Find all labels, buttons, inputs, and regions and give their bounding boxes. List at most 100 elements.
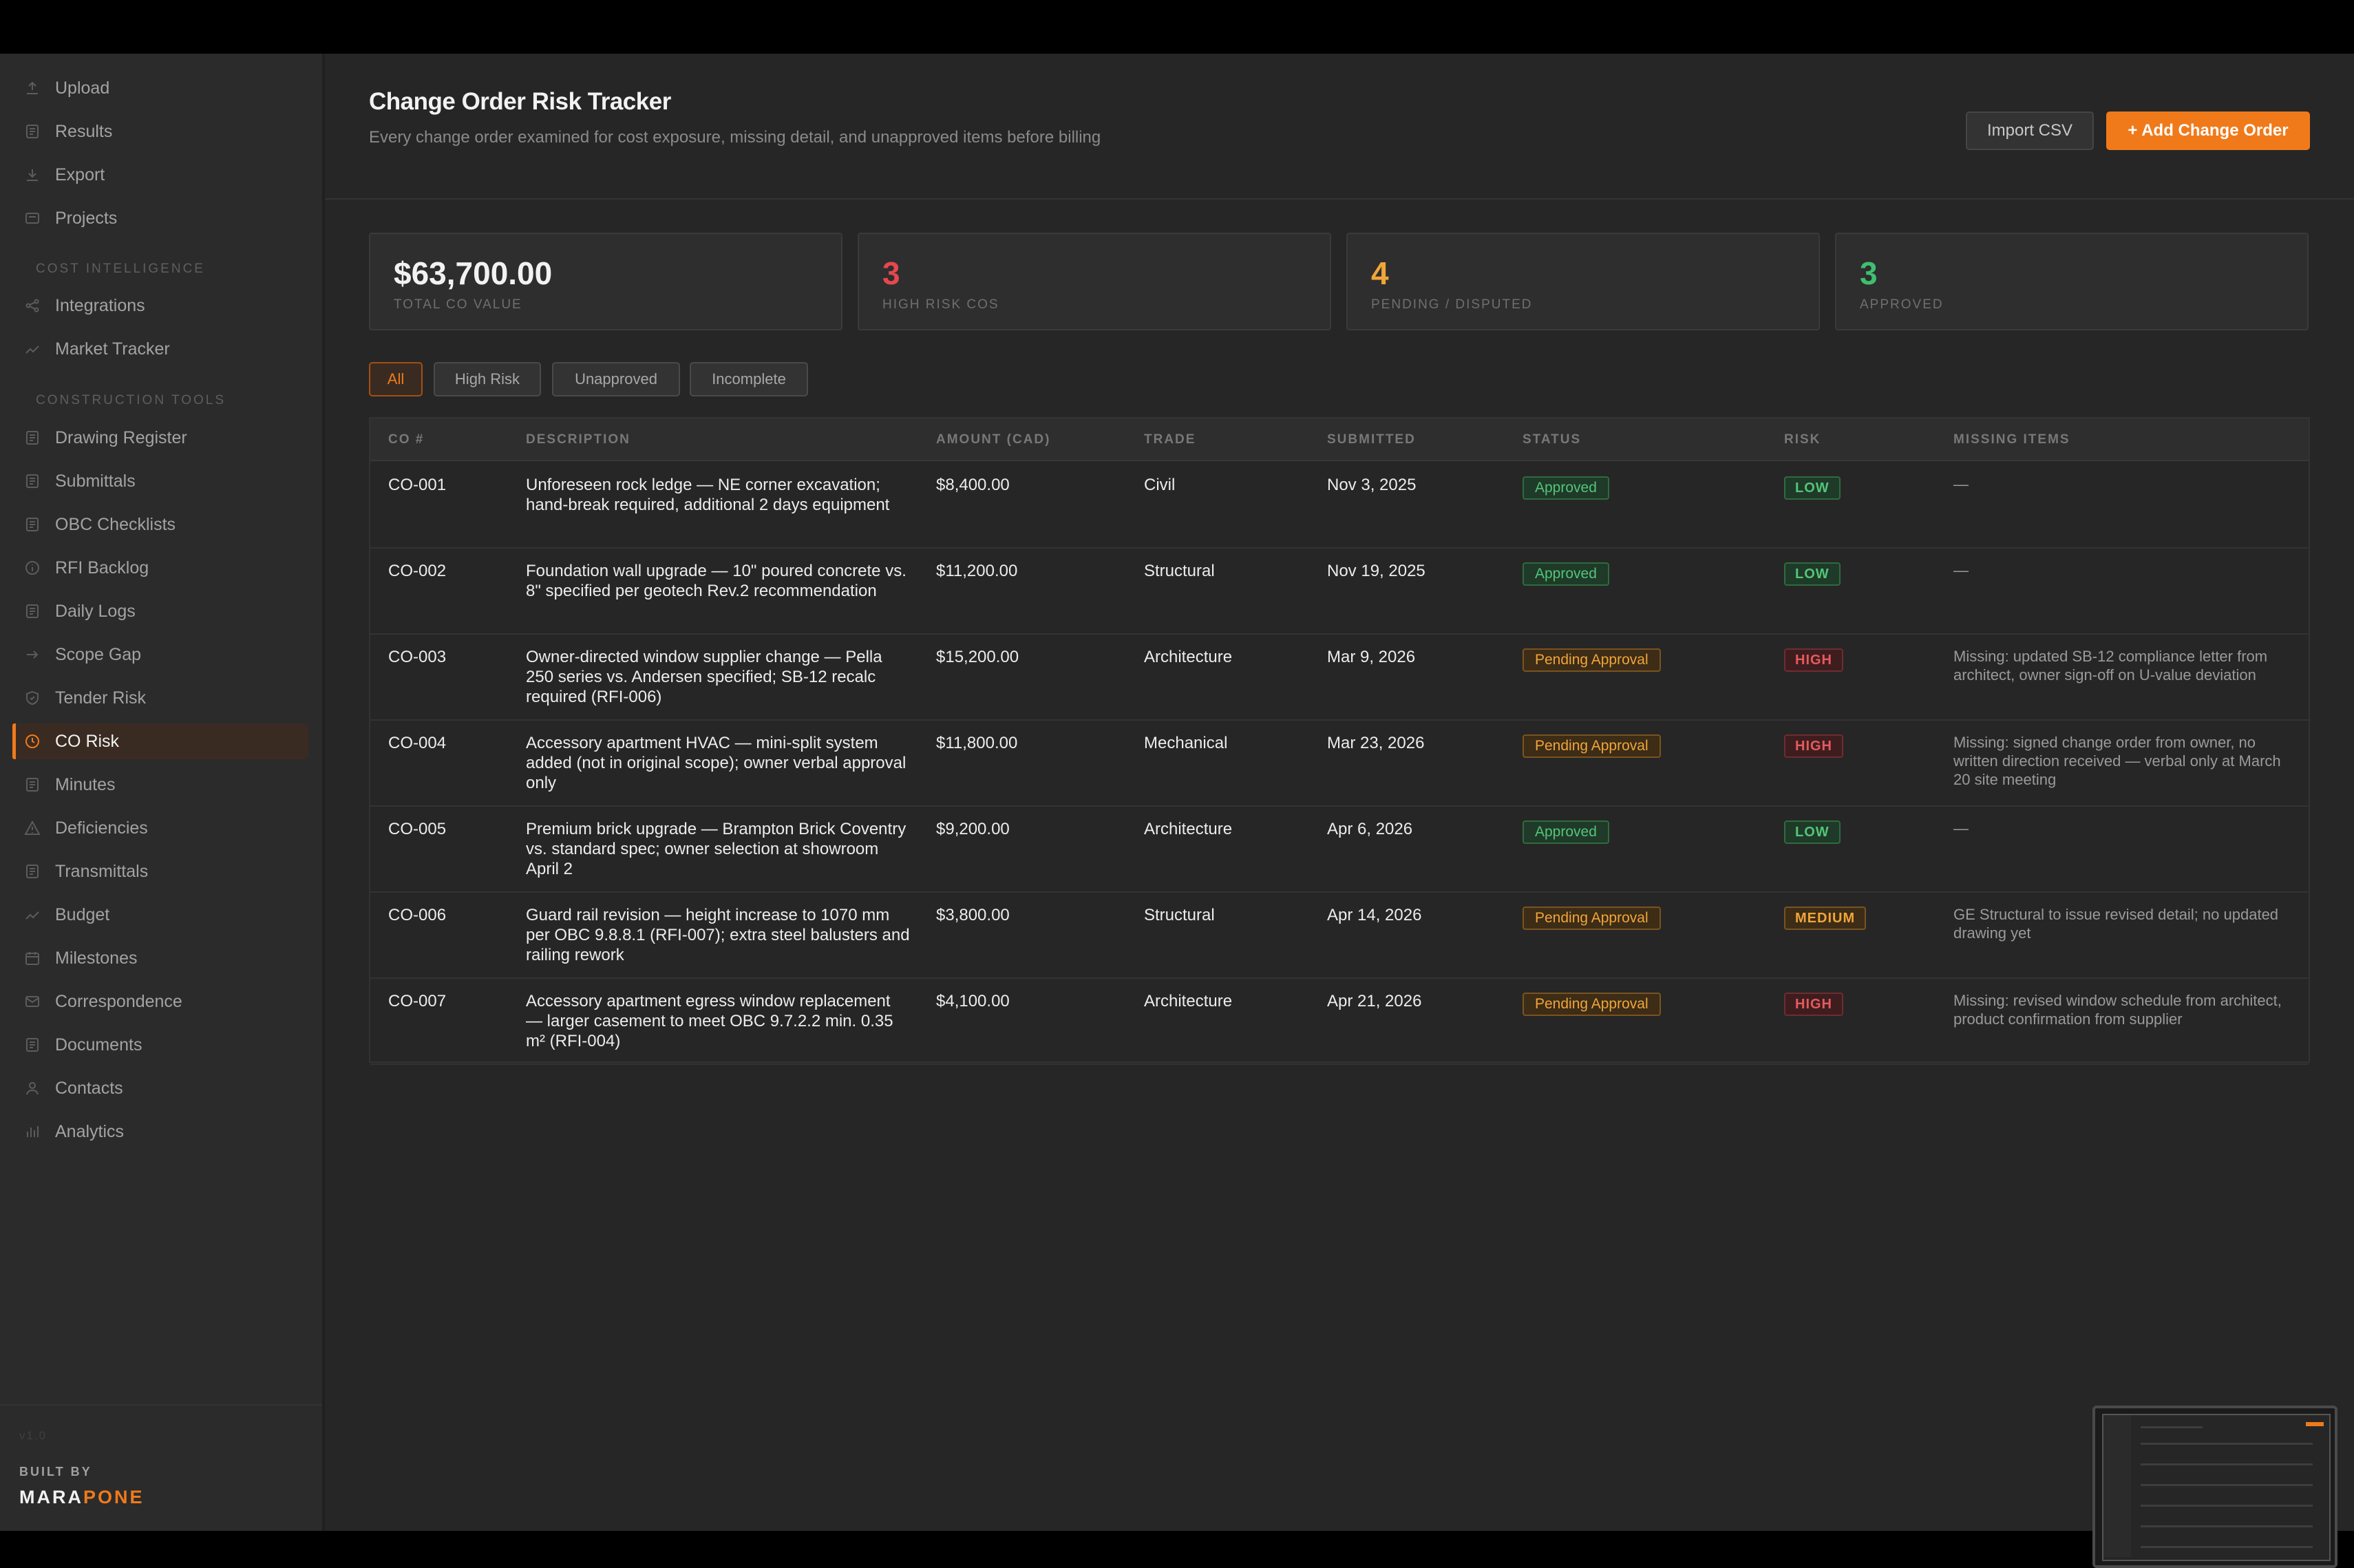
missing-items-cell: — — [1953, 820, 1969, 837]
column-header-submitted: SUBMITTED — [1327, 432, 1416, 447]
stat-value: 3 — [1860, 255, 1878, 291]
sidebar-item-projects[interactable]: Projects — [12, 200, 308, 236]
status-badge: Approved — [1523, 562, 1609, 586]
sidebar-item-label: Upload — [55, 78, 110, 98]
sidebar-item-label: Results — [55, 121, 113, 141]
sidebar-item-export[interactable]: Export — [12, 157, 308, 193]
folder-icon — [23, 209, 41, 227]
clock-icon — [23, 732, 41, 750]
table-row[interactable]: CO-003 Owner-directed window supplier cha… — [370, 633, 2309, 721]
filter-incomplete[interactable]: Incomplete — [690, 362, 808, 396]
status-badge: Approved — [1523, 820, 1609, 844]
amount-cell: $4,100.00 — [936, 992, 1010, 1010]
sidebar-item-label: Documents — [55, 1035, 142, 1055]
header-divider — [325, 198, 2354, 200]
warning-icon — [23, 819, 41, 837]
sidebar-item-label: RFI Backlog — [55, 558, 149, 578]
brand-logo-part-a: MARA — [19, 1487, 83, 1507]
sidebar-item-drawing-register[interactable]: Drawing Register — [12, 420, 308, 456]
column-header-missing-items: MISSING ITEMS — [1953, 432, 2070, 447]
page-subtitle: Every change order examined for cost exp… — [369, 128, 1101, 147]
sidebar-item-tender-risk[interactable]: Tender Risk — [12, 680, 308, 716]
minimap-button — [2306, 1422, 2324, 1426]
sidebar-item-label: Milestones — [55, 948, 138, 968]
window-top-bar — [0, 0, 2354, 54]
trade-cell: Architecture — [1144, 820, 1233, 838]
table-row[interactable]: CO-004 Accessory apartment HVAC — mini-sp… — [370, 719, 2309, 807]
bar-chart-icon — [23, 1123, 41, 1141]
document-icon — [23, 862, 41, 880]
stat-caption: HIGH RISK COS — [882, 297, 999, 312]
risk-badge: MEDIUM — [1784, 907, 1867, 930]
document-icon — [23, 602, 41, 620]
sidebar-item-label: Contacts — [55, 1078, 123, 1098]
table-row[interactable]: CO-006 Guard rail revision — height incre… — [370, 891, 2309, 979]
stat-value: 4 — [1371, 255, 1389, 291]
sidebar-item-deficiencies[interactable]: Deficiencies — [12, 810, 308, 846]
sidebar-item-submittals[interactable]: Submittals — [12, 463, 308, 499]
sidebar-item-obc-checklists[interactable]: OBC Checklists — [12, 507, 308, 542]
co-number-cell: CO-001 — [388, 476, 447, 494]
page-title: Change Order Risk Tracker — [369, 88, 671, 115]
filter-all[interactable]: All — [369, 362, 423, 396]
table-header: CO # DESCRIPTION AMOUNT (CAD) TRADE SUBM… — [370, 419, 2309, 461]
sidebar-item-market-tracker[interactable]: Market Tracker — [12, 331, 308, 367]
sidebar-item-integrations[interactable]: Integrations — [12, 288, 308, 324]
description-cell: Unforeseen rock ledge — NE corner excava… — [526, 476, 890, 514]
sidebar-section-heading: COST INTELLIGENCE — [36, 262, 205, 276]
change-order-table: CO # DESCRIPTION AMOUNT (CAD) TRADE SUBM… — [369, 417, 2310, 1065]
import-csv-button[interactable]: Import CSV — [1966, 112, 2094, 150]
sidebar-item-budget[interactable]: Budget — [12, 897, 308, 933]
stat-caption: TOTAL CO VALUE — [394, 297, 522, 312]
amount-cell: $8,400.00 — [936, 476, 1010, 494]
description-cell: Accessory apartment egress window replac… — [526, 992, 893, 1050]
sidebar-item-label: Market Tracker — [55, 339, 170, 359]
arrow-icon — [23, 646, 41, 664]
upload-icon — [23, 79, 41, 97]
table-row[interactable]: CO-005 Premium brick upgrade — Brampton B… — [370, 805, 2309, 893]
status-badge: Approved — [1523, 476, 1609, 500]
minimap-line — [2141, 1546, 2313, 1548]
sidebar-item-analytics[interactable]: Analytics — [12, 1114, 308, 1149]
brand-logo[interactable]: MARAPONE — [19, 1487, 145, 1508]
sidebar-item-results[interactable]: Results — [12, 114, 308, 149]
table-row[interactable]: CO-002 Foundation wall upgrade — 10" pour… — [370, 547, 2309, 635]
sidebar-item-label: CO Risk — [55, 731, 120, 751]
minimap-line — [2141, 1505, 2313, 1507]
sidebar-item-minutes[interactable]: Minutes — [12, 767, 308, 803]
sidebar-item-transmittals[interactable]: Transmittals — [12, 854, 308, 889]
submitted-date-cell: Nov 19, 2025 — [1327, 562, 1425, 580]
minimap-preview[interactable] — [2092, 1406, 2337, 1568]
risk-badge: LOW — [1784, 562, 1841, 586]
co-number-cell: CO-007 — [388, 992, 447, 1010]
missing-items-cell: GE Structural to issue revised detail; n… — [1953, 906, 2279, 942]
risk-badge: HIGH — [1784, 648, 1843, 672]
column-header-description: DESCRIPTION — [526, 432, 630, 447]
sidebar-item-label: Projects — [55, 208, 118, 228]
table-row[interactable]: CO-007 Accessory apartment egress window … — [370, 977, 2309, 1065]
trend-icon — [23, 906, 41, 924]
minimap-canvas — [2102, 1414, 2331, 1561]
sidebar-footer: v1.0 BUILT BY MARAPONE — [0, 1404, 322, 1531]
filter-high-risk[interactable]: High Risk — [434, 362, 541, 396]
missing-items-cell: Missing: updated SB-12 compliance letter… — [1953, 648, 2268, 684]
sidebar-item-daily-logs[interactable]: Daily Logs — [12, 593, 308, 629]
sidebar-item-milestones[interactable]: Milestones — [12, 940, 308, 976]
sidebar-item-correspondence[interactable]: Correspondence — [12, 984, 308, 1019]
sidebar-item-documents[interactable]: Documents — [12, 1027, 308, 1063]
sidebar-item-rfi-backlog[interactable]: RFI Backlog — [12, 550, 308, 586]
table-row[interactable]: CO-001 Unforeseen rock ledge — NE corner … — [370, 461, 2309, 549]
sidebar-item-upload[interactable]: Upload — [12, 70, 308, 106]
document-icon — [23, 123, 41, 140]
stat-caption: APPROVED — [1860, 297, 1944, 312]
sidebar-item-label: Transmittals — [55, 861, 149, 881]
column-header-co: CO # — [388, 432, 425, 447]
sidebar-item-contacts[interactable]: Contacts — [12, 1070, 308, 1106]
status-badge: Pending Approval — [1523, 907, 1661, 930]
filter-unapproved[interactable]: Unapproved — [552, 362, 680, 396]
trend-icon — [23, 340, 41, 358]
add-change-order-button[interactable]: + Add Change Order — [2106, 112, 2310, 150]
sidebar-item-scope-gap[interactable]: Scope Gap — [12, 637, 308, 672]
amount-cell: $11,200.00 — [936, 562, 1018, 580]
sidebar-item-co-risk[interactable]: CO Risk — [12, 723, 308, 759]
